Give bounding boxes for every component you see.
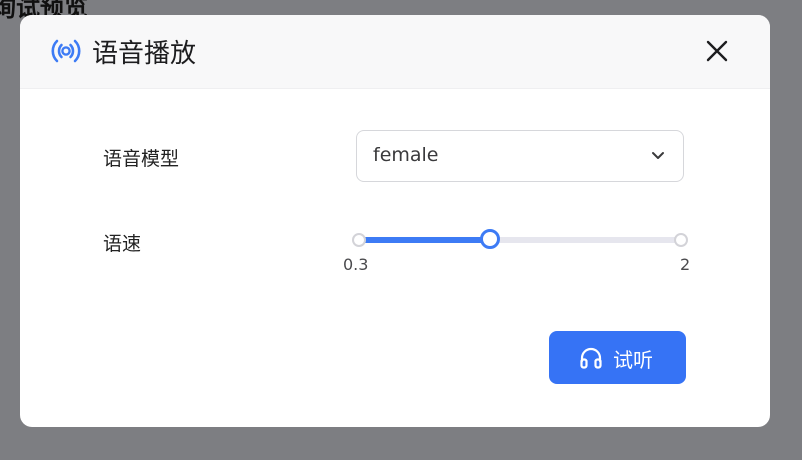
voice-playback-dialog: 语音播放 语音模型 female 语速 0.3 2 试听 (20, 15, 770, 427)
speed-slider-handle[interactable] (480, 229, 500, 249)
speed-label: 语速 (103, 233, 142, 255)
voice-model-value: female (373, 144, 439, 166)
speed-slider-fill (358, 237, 490, 243)
speed-slider-max-stop (674, 233, 688, 247)
listen-button[interactable]: 试听 (549, 331, 686, 384)
dialog-title: 语音播放 (92, 39, 197, 69)
broadcast-icon (51, 39, 81, 63)
listen-button-label: 试听 (613, 348, 653, 372)
speed-slider[interactable] (352, 229, 688, 249)
speed-min-label: 0.3 (343, 255, 369, 274)
speed-max-label: 2 (680, 255, 691, 274)
voice-model-label: 语音模型 (103, 148, 180, 170)
chevron-down-icon (652, 152, 664, 159)
speed-slider-min-stop (352, 233, 366, 247)
headphones-icon (580, 347, 602, 369)
dialog-header: 语音播放 (20, 15, 770, 89)
close-icon[interactable] (703, 37, 731, 65)
voice-model-select[interactable]: female (356, 130, 684, 182)
